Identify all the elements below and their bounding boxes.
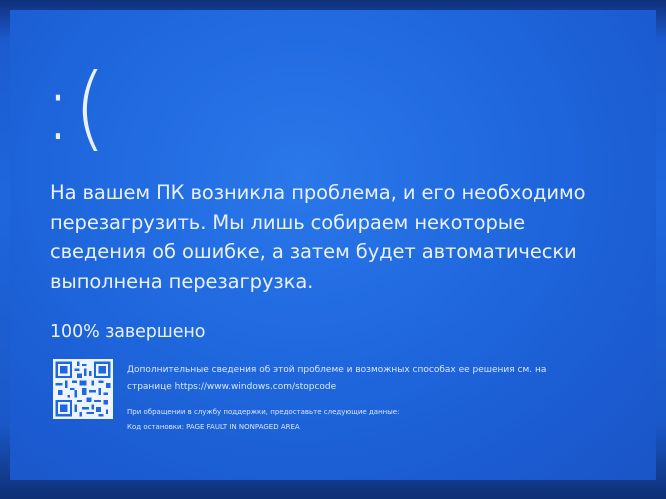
support-instructions: При обращении в службу поддержки, предос…	[127, 408, 400, 416]
qr-code-icon	[53, 359, 113, 419]
progress-percent: 100% завершено	[50, 322, 206, 342]
more-info-text: Дополнительные сведения об этой проблеме…	[127, 365, 547, 392]
photo-frame: :( На вашем ПК возникла проблема, и его …	[0, 0, 666, 499]
sad-face-emoticon: :(	[44, 54, 108, 161]
details-block: Дополнительные сведения об этой проблеме…	[127, 362, 557, 435]
error-message: На вашем ПК возникла проблема, и его нео…	[50, 181, 586, 293]
stop-code: Код остановки: PAGE FAULT IN NONPAGED AR…	[127, 423, 300, 431]
blue-screen: :( На вашем ПК возникла проблема, и его …	[10, 10, 656, 480]
